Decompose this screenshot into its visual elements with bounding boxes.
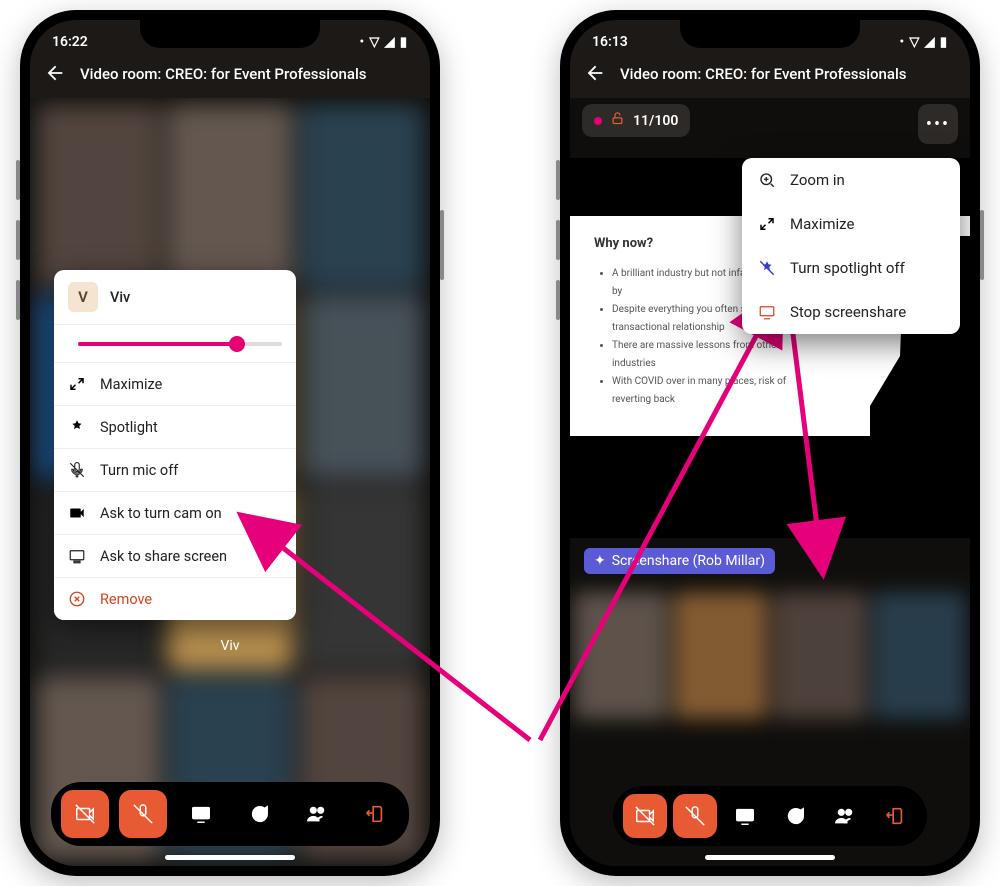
notch (680, 20, 860, 48)
people-button[interactable] (823, 794, 867, 838)
notch (140, 20, 320, 48)
mic-off-button[interactable] (673, 794, 717, 838)
menu-ask-cam-on[interactable]: Ask to turn cam on (54, 491, 296, 534)
slide-bullet: With COVID over in many places, risk of … (612, 373, 824, 409)
menu-spotlight-label: Spotlight (100, 419, 282, 436)
menu-maximize[interactable]: Maximize (54, 362, 296, 405)
menu-stop-screenshare[interactable]: Stop screenshare (742, 290, 960, 334)
back-arrow-icon[interactable] (44, 62, 66, 88)
chat-button[interactable] (773, 794, 817, 838)
recording-dot-icon (594, 117, 602, 125)
call-toolbar (613, 786, 927, 846)
status-time: 16:13 (592, 34, 628, 50)
leave-button[interactable] (873, 794, 917, 838)
menu-maximize[interactable]: Maximize (742, 202, 960, 246)
room-title: Video room: CREO: for Event Professional… (620, 65, 907, 85)
lock-open-icon (610, 111, 625, 130)
status-time: 16:22 (52, 34, 88, 50)
tile-caption: Viv (220, 638, 239, 654)
call-toolbar (51, 782, 409, 846)
leave-button[interactable] (351, 790, 399, 838)
menu-spotlight-off-label: Turn spotlight off (790, 259, 905, 277)
camera-off-button[interactable] (623, 794, 667, 838)
sparkle-icon: ✦ (594, 553, 606, 569)
people-button[interactable] (293, 790, 341, 838)
participant-thumbnails-blurred (570, 588, 970, 723)
screenshare-badge[interactable]: ✦ Screenshare (Rob Millar) (584, 548, 775, 574)
menu-remove[interactable]: Remove (54, 577, 296, 620)
participant-name-label: Viv (110, 289, 130, 306)
participant-count: 11/100 (633, 113, 678, 129)
participant-context-menu: V Viv Maximize (54, 270, 296, 620)
menu-turn-mic-off-label: Turn mic off (100, 462, 282, 479)
menu-stop-share-label: Stop screenshare (790, 303, 906, 321)
phone-right: 16:13 • ▽ ◢ ▮ Video room: CREO: for Even… (560, 10, 980, 876)
chat-button[interactable] (235, 790, 283, 838)
menu-maximize-label: Maximize (790, 215, 854, 233)
screenshare-badge-label: Screenshare (Rob Millar) (612, 553, 765, 569)
camera-off-button[interactable] (61, 790, 109, 838)
screenshare-button[interactable] (723, 794, 767, 838)
home-indicator (705, 855, 835, 860)
menu-ask-share-label: Ask to share screen (100, 548, 282, 565)
mic-off-button[interactable] (119, 790, 167, 838)
menu-ask-share-screen[interactable]: Ask to share screen (54, 534, 296, 577)
menu-spotlight[interactable]: Spotlight (54, 405, 296, 448)
avatar: V (68, 282, 98, 312)
home-indicator (165, 855, 295, 860)
back-arrow-icon[interactable] (584, 62, 606, 88)
room-title: Video room: CREO: for Event Professional… (80, 65, 367, 85)
app-header: Video room: CREO: for Event Professional… (30, 54, 430, 98)
menu-remove-label: Remove (100, 591, 282, 608)
menu-maximize-label: Maximize (100, 376, 282, 393)
slide-bullet: There are massive lessons from other ind… (612, 337, 824, 373)
volume-slider[interactable] (78, 342, 282, 346)
volume-row[interactable] (54, 324, 296, 362)
menu-zoom-in[interactable]: Zoom in (742, 158, 960, 202)
status-icons: • ▽ ◢ ▮ (900, 35, 948, 50)
status-icons: • ▽ ◢ ▮ (360, 35, 408, 50)
menu-ask-cam-label: Ask to turn cam on (100, 505, 282, 522)
screenshare-context-menu: Zoom in Maximize Turn spotlight off Stop… (742, 158, 960, 334)
participant-count-chip[interactable]: 11/100 (582, 104, 690, 137)
more-options-button[interactable]: ••• (918, 104, 958, 144)
menu-turn-spotlight-off[interactable]: Turn spotlight off (742, 246, 960, 290)
menu-turn-mic-off[interactable]: Turn mic off (54, 448, 296, 491)
menu-zoom-in-label: Zoom in (790, 171, 845, 189)
app-header: Video room: CREO: for Event Professional… (570, 54, 970, 98)
phone-left: 16:22 • ▽ ◢ ▮ Video room: CREO: for Even… (20, 10, 440, 876)
screenshare-button[interactable] (177, 790, 225, 838)
